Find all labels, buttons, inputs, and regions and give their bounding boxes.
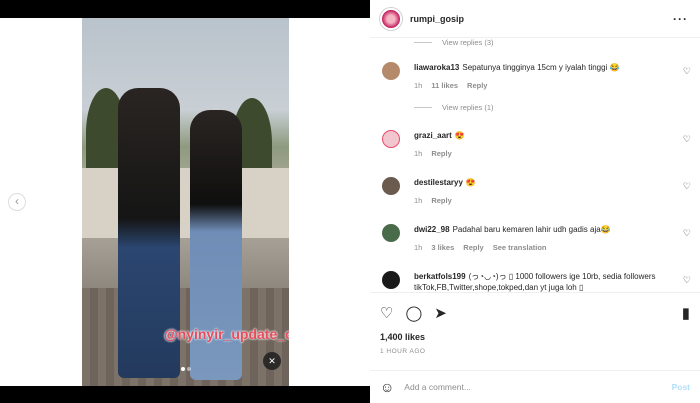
avatar[interactable] bbox=[382, 177, 400, 195]
view-replies-button[interactable]: View replies (1) bbox=[370, 102, 700, 112]
comment-text: Padahal baru kemaren lahir udh gadis aja… bbox=[452, 225, 611, 234]
view-replies-line bbox=[414, 106, 432, 108]
avatar[interactable] bbox=[382, 130, 400, 148]
comment-item: berkatfols199 (っ◔◡◔)っ ▯ 1000 followers ig… bbox=[370, 271, 700, 292]
comment-text: Sepatunya tingginya 15cm y iyalah tinggi… bbox=[462, 63, 620, 72]
avatar[interactable] bbox=[382, 224, 400, 242]
reply-button[interactable]: Reply bbox=[463, 243, 483, 252]
likes-count[interactable]: 1,400 likes bbox=[370, 332, 700, 342]
background-building bbox=[82, 168, 289, 238]
heart-icon[interactable]: ♡ bbox=[683, 275, 691, 286]
reply-button[interactable]: Reply bbox=[431, 196, 451, 205]
carousel-dots bbox=[82, 358, 289, 376]
heart-icon[interactable]: ♡ bbox=[683, 181, 691, 192]
heart-icon[interactable]: ♡ bbox=[683, 228, 691, 239]
comment-item: destilestaryy 😍 1h Reply ♡ bbox=[370, 177, 700, 205]
view-replies-line bbox=[414, 41, 432, 43]
view-replies-label: View replies (3) bbox=[442, 38, 494, 47]
post-time: 1 HOUR AGO bbox=[380, 348, 426, 355]
reply-button[interactable]: Reply bbox=[431, 149, 451, 158]
comment-item: dwi22_98 Padahal baru kemaren lahir udh g… bbox=[370, 224, 700, 252]
bookmark-icon[interactable]: ▮ bbox=[682, 304, 690, 322]
comment-likes[interactable]: 11 likes bbox=[431, 81, 458, 90]
emoji-icon[interactable]: ☺ bbox=[380, 379, 394, 395]
more-icon[interactable]: ··· bbox=[673, 12, 688, 26]
reply-button[interactable]: Reply bbox=[467, 81, 487, 90]
avatar[interactable] bbox=[380, 7, 402, 30]
media-bottom-strip bbox=[0, 386, 370, 403]
comment-username[interactable]: grazi_aart bbox=[414, 131, 452, 140]
post-photo[interactable]: @nyinyir_update_official ✕ bbox=[82, 18, 289, 386]
action-icons: ♡ ◯ ➤ ▮ bbox=[370, 293, 700, 322]
avatar[interactable] bbox=[382, 271, 400, 289]
post-username[interactable]: rumpi_gosip bbox=[410, 14, 464, 24]
comment-username[interactable]: destilestaryy bbox=[414, 178, 463, 187]
see-translation-button[interactable]: See translation bbox=[493, 243, 547, 252]
post-header: rumpi_gosip ··· bbox=[370, 0, 700, 38]
media-pane: @nyinyir_update_official ✕ ‹ bbox=[0, 0, 370, 403]
comment-item: grazi_aart 😍 1h Reply ♡ bbox=[370, 130, 700, 158]
comment-text: 😍 bbox=[454, 131, 465, 140]
comment-username[interactable]: dwi22_98 bbox=[414, 225, 450, 234]
photo-watermark: @nyinyir_update_official bbox=[164, 326, 289, 342]
comment-username[interactable]: berkatfols199 bbox=[414, 272, 466, 281]
carousel-dot bbox=[186, 367, 191, 371]
add-comment-bar: ☺ Post bbox=[370, 370, 700, 403]
post-sidebar: rumpi_gosip ··· View replies (3) liawaro… bbox=[370, 0, 700, 403]
chevron-left-icon[interactable]: ‹ bbox=[8, 193, 26, 211]
comment-icon[interactable]: ◯ bbox=[405, 304, 422, 322]
heart-icon[interactable]: ♡ bbox=[683, 66, 691, 77]
carousel-dot bbox=[180, 367, 185, 371]
comment-time: 1h bbox=[414, 196, 423, 205]
heart-icon[interactable]: ♡ bbox=[683, 134, 691, 145]
media-top-strip bbox=[0, 0, 370, 18]
view-replies-button[interactable]: View replies (3) bbox=[370, 38, 700, 47]
comment-username[interactable]: liawaroka13 bbox=[414, 63, 459, 72]
view-replies-label: View replies (1) bbox=[442, 102, 494, 112]
comment-time: 1h bbox=[414, 149, 423, 158]
comments-list: View replies (3) liawaroka13 Sepatunya ti… bbox=[370, 38, 700, 292]
comment-text: 😍 bbox=[465, 178, 476, 187]
comment-time: 1h bbox=[414, 243, 423, 252]
share-icon[interactable]: ➤ bbox=[434, 304, 447, 322]
comment-item: liawaroka13 Sepatunya tingginya 15cm y iy… bbox=[370, 62, 700, 90]
heart-icon[interactable]: ♡ bbox=[380, 304, 393, 322]
comment-likes[interactable]: 3 likes bbox=[431, 243, 454, 252]
comment-input[interactable] bbox=[404, 382, 672, 392]
post-button[interactable]: Post bbox=[672, 382, 690, 392]
avatar[interactable] bbox=[382, 62, 400, 80]
comment-time: 1h bbox=[414, 81, 423, 90]
